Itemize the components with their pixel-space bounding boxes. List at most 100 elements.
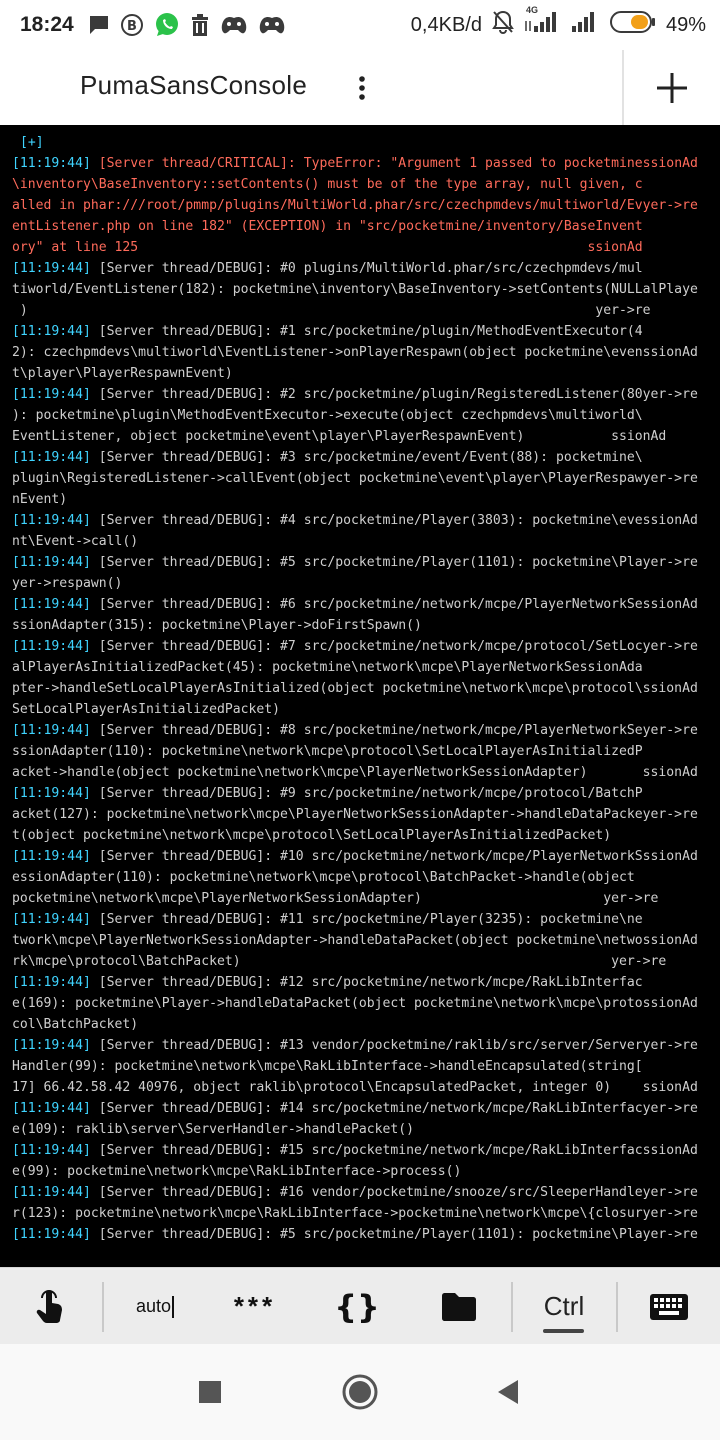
log-timestamp: [11:19:44]	[12, 513, 91, 528]
log-text: rk\mcpe\protocol\BatchPacket) yer->re	[12, 954, 667, 969]
log-timestamp: [11:19:44]	[12, 597, 91, 612]
log-text: pter->handleSetLocalPlayerAsInitialized(…	[12, 681, 698, 696]
home-button[interactable]	[340, 1372, 380, 1412]
log-text: [Server thread/DEBUG]: #8 src/pocketmine…	[90, 723, 698, 738]
log-text: [Server thread/DEBUG]: #3 src/pocketmine…	[90, 450, 643, 465]
console-line: [11:19:44] [Server thread/DEBUG]: #16 ve…	[0, 1182, 720, 1203]
console-line: [11:19:44] [Server thread/DEBUG]: #10 sr…	[0, 846, 720, 867]
log-timestamp: [11:19:44]	[12, 1143, 91, 1158]
battery-percent: 49%	[665, 13, 706, 36]
ctrl-active-indicator	[543, 1329, 584, 1333]
log-text: [Server thread/DEBUG]: #15 src/pocketmin…	[90, 1143, 698, 1158]
log-text: ): pocketmine\plugin\MethodEventExecutor…	[12, 408, 643, 423]
log-text: e(109): raklib\server\ServerHandler->han…	[12, 1122, 415, 1137]
console-line: ) yer->re	[0, 300, 720, 321]
braces-label: {}	[334, 1287, 380, 1326]
console-line: [11:19:44] [Server thread/DEBUG]: #1 src…	[0, 321, 720, 342]
ctrl-key[interactable]: Ctrl	[514, 1268, 614, 1345]
snippets-key[interactable]: {}	[305, 1268, 409, 1345]
signal-4g-icon: 4G	[524, 5, 560, 39]
auto-label: auto	[135, 1296, 172, 1316]
log-text: pocketmine\network\mcpe\PlayerNetworkSes…	[12, 891, 659, 906]
log-text: alled in phar:///root/pmmp/plugins/Multi…	[12, 198, 698, 213]
console-line: rk\mcpe\protocol\BatchPacket) yer->re	[0, 951, 720, 972]
log-text: [Server thread/DEBUG]: #2 src/pocketmine…	[90, 387, 698, 402]
console-line: SetLocalPlayerAsInitializedPacket)	[0, 699, 720, 720]
key-separator	[511, 1282, 513, 1332]
console-line: [+]	[0, 132, 720, 153]
log-text: [Server thread/DEBUG]: #7 src/pocketmine…	[90, 639, 698, 654]
home-circle-icon	[342, 1374, 378, 1410]
console-line: [11:19:44] [Server thread/DEBUG]: #7 src…	[0, 636, 720, 657]
console-line: tiworld/EventListener(182): pocketmine\i…	[0, 279, 720, 300]
console-line: t(object pocketmine\network\mcpe\protoco…	[0, 825, 720, 846]
console-line: e(109): raklib\server\ServerHandler->han…	[0, 1119, 720, 1140]
log-text: [Server thread/DEBUG]: #11 src/pocketmin…	[90, 912, 643, 927]
log-text: twork\mcpe\PlayerNetworkSessionAdapter->…	[12, 933, 698, 948]
console-line: alPlayerAsInitializedPacket(45): pocketm…	[0, 657, 720, 678]
log-text: [Server thread/DEBUG]: #0 plugins/MultiW…	[90, 261, 643, 276]
log-text: [Server thread/DEBUG]: #5 src/pocketmine…	[90, 1227, 698, 1242]
password-key[interactable]: ***	[205, 1268, 305, 1345]
battery-icon	[609, 10, 656, 40]
console-line: entListener.php on line 182" (EXCEPTION)…	[0, 216, 720, 237]
console-line: twork\mcpe\PlayerNetworkSessionAdapter->…	[0, 930, 720, 951]
log-text: nt\Event->call()	[12, 534, 139, 549]
network-speed: 0,4KB/d	[410, 13, 482, 36]
console-line: pter->handleSetLocalPlayerAsInitialized(…	[0, 678, 720, 699]
log-text: r(123): pocketmine\network\mcpe\RakLibIn…	[12, 1206, 698, 1221]
back-button[interactable]	[488, 1372, 528, 1412]
terminal-output[interactable]: [+] [11:19:44] [Server thread/CRITICAL]: …	[0, 125, 720, 1267]
log-text: [Server thread/DEBUG]: #13 vendor/pocket…	[90, 1038, 698, 1053]
log-timestamp: [11:19:44]	[12, 555, 91, 570]
folder-button[interactable]	[409, 1268, 509, 1345]
log-timestamp: [11:19:44]	[12, 1038, 91, 1053]
keyboard-button[interactable]	[619, 1268, 719, 1345]
recents-square-icon	[199, 1381, 221, 1403]
log-text: [Server thread/DEBUG]: #16 vendor/pocket…	[90, 1185, 698, 1200]
signal-icon	[570, 11, 600, 39]
add-session-button[interactable]	[642, 60, 702, 116]
status-time: 18:24	[20, 13, 74, 36]
auto-key[interactable]: auto	[105, 1268, 205, 1345]
console-line: e(99): pocketmine\network\mcpe\RakLibInt…	[0, 1161, 720, 1182]
recents-button[interactable]	[190, 1372, 230, 1412]
console-line: [11:19:44] [Server thread/DEBUG]: #5 src…	[0, 552, 720, 573]
touch-button[interactable]	[0, 1268, 100, 1345]
status-right: 0,4KB/d 4G 49%	[410, 5, 706, 40]
console-line: plugin\RegisteredListener->callEvent(obj…	[0, 468, 720, 489]
ctrl-label: Ctrl	[543, 1291, 585, 1321]
console-line: t\player\PlayerRespawnEvent)	[0, 363, 720, 384]
console-line: [11:19:44] [Server thread/DEBUG]: #11 sr…	[0, 909, 720, 930]
console-line: [11:19:44] [Server thread/DEBUG]: #13 ve…	[0, 1035, 720, 1056]
log-text: alPlayerAsInitializedPacket(45): pocketm…	[12, 660, 643, 675]
console-line: ssionAdapter(110): pocketmine\network\mc…	[0, 741, 720, 762]
log-text: ssionAdapter(110): pocketmine\network\mc…	[12, 744, 643, 759]
folder-icon	[442, 1292, 476, 1321]
log-text: 2): czechpmdevs\multiworld\EventListener…	[12, 345, 698, 360]
log-text: [Server thread/DEBUG]: #10 src/pocketmin…	[90, 849, 698, 864]
log-text: tiworld/EventListener(182): pocketmine\i…	[12, 282, 698, 297]
log-text: EventListener, object pocketmine\event\p…	[12, 429, 667, 444]
console-line: nt\Event->call()	[0, 531, 720, 552]
log-timestamp: [11:19:44]	[12, 387, 91, 402]
console-line: 2): czechpmdevs\multiworld\EventListener…	[0, 342, 720, 363]
log-text: 17] 66.42.58.42 40976, object raklib\pro…	[12, 1080, 698, 1095]
log-text: [Server thread/CRITICAL]: TypeError: "Ar…	[90, 156, 698, 171]
app-bar-divider	[622, 50, 624, 125]
console-line: [11:19:44] [Server thread/CRITICAL]: Typ…	[0, 153, 720, 174]
log-text: Handler(99): pocketmine\network\mcpe\Rak…	[12, 1059, 643, 1074]
console-line: nEvent)	[0, 489, 720, 510]
log-timestamp: [11:19:44]	[12, 639, 91, 654]
more-vert-icon[interactable]	[342, 66, 382, 110]
log-text: \inventory\BaseInventory::setContents() …	[12, 177, 643, 192]
log-text: nEvent)	[12, 492, 68, 507]
session-title[interactable]: PumaSansConsole	[80, 70, 307, 101]
console-line: yer->respawn()	[0, 573, 720, 594]
log-text: ) yer->re	[12, 303, 651, 318]
svg-text:B: B	[127, 19, 137, 34]
log-text: [+]	[20, 135, 44, 150]
plus-icon	[657, 73, 687, 103]
game-icon	[220, 14, 248, 36]
log-timestamp: [11:19:44]	[12, 723, 91, 738]
